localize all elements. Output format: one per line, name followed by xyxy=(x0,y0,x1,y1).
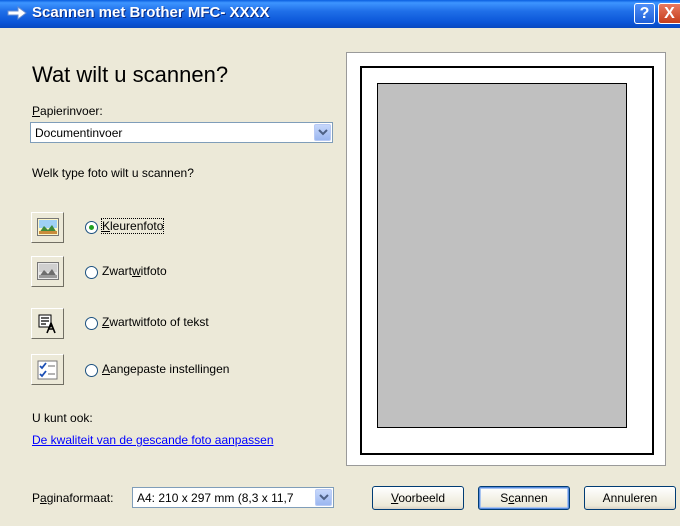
close-button[interactable]: X xyxy=(658,3,680,24)
paper-source-value: Documentinvoer xyxy=(35,126,123,140)
scanner-arrow-icon xyxy=(7,6,27,20)
chevron-down-icon[interactable] xyxy=(315,489,332,506)
page-title: Wat wilt u scannen? xyxy=(32,62,229,87)
grayscale-photo-icon[interactable] xyxy=(31,256,64,287)
preview-page xyxy=(377,83,627,428)
custom-settings-label[interactable]: Aangepaste instellingen xyxy=(102,362,229,376)
cancel-button[interactable]: Annuleren xyxy=(584,486,676,510)
preview-button[interactable]: Voorbeeld xyxy=(372,486,464,510)
scan-button[interactable]: Scannen xyxy=(478,486,570,510)
color-photo-label[interactable]: Kleurenfoto xyxy=(100,218,165,234)
preview-frame xyxy=(360,66,654,455)
also-label: U kunt ook: xyxy=(32,411,93,425)
text-photo-label[interactable]: Zwartwitfoto of tekst xyxy=(102,315,209,329)
page-size-value: A4: 210 x 297 mm (8,3 x 11,7 xyxy=(137,491,294,505)
help-button[interactable]: ? xyxy=(634,3,655,24)
page-size-dropdown[interactable]: A4: 210 x 297 mm (8,3 x 11,7 xyxy=(132,487,334,508)
grayscale-photo-label[interactable]: Zwartwitfoto xyxy=(102,264,167,278)
adjust-quality-link[interactable]: De kwaliteit van de gescande foto aanpas… xyxy=(32,433,274,447)
grayscale-photo-radio[interactable] xyxy=(85,266,98,279)
text-photo-radio[interactable] xyxy=(85,317,98,330)
window-title: Scannen met Brother MFC- XXXX xyxy=(32,4,270,21)
paper-source-label: Papierinvoer: xyxy=(32,104,103,118)
preview-area xyxy=(346,52,666,466)
color-photo-icon[interactable] xyxy=(31,212,64,243)
title-bar[interactable]: Scannen met Brother MFC- XXXX ? X xyxy=(0,0,680,28)
color-photo-radio[interactable] xyxy=(85,221,98,234)
scan-dialog: Scannen met Brother MFC- XXXX ? X Wat wi… xyxy=(0,0,680,526)
paper-source-dropdown[interactable]: Documentinvoer xyxy=(30,122,333,143)
custom-settings-icon[interactable] xyxy=(31,354,64,385)
text-document-icon[interactable] xyxy=(31,308,64,339)
custom-settings-radio[interactable] xyxy=(85,364,98,377)
chevron-down-icon[interactable] xyxy=(314,124,331,141)
photo-type-question: Welk type foto wilt u scannen? xyxy=(32,166,194,180)
page-size-label: Paginaformaat: xyxy=(32,491,114,505)
